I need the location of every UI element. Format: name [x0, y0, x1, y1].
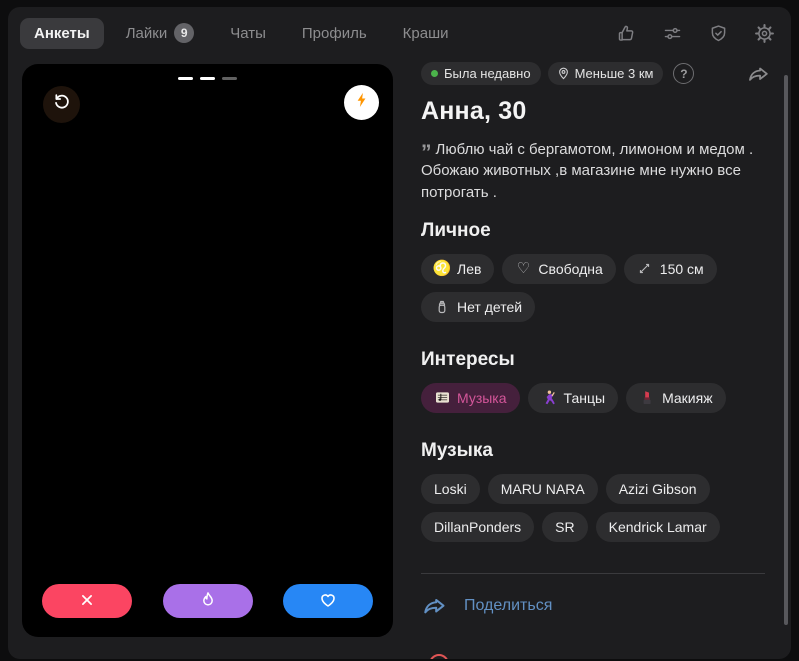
profile-photo-card[interactable] [22, 64, 393, 637]
personal-chips: ♌ Лев ♡ Свободна 150 см Нет детей [421, 253, 773, 322]
chip-artist[interactable]: Loski [421, 473, 480, 504]
profile-bio: ” Люблю чай с бергамотом, лимоном и медом… [421, 139, 765, 203]
distance-label: Меньше 3 км [574, 66, 654, 81]
chip-zodiac[interactable]: ♌ Лев [421, 253, 495, 284]
chip-label: Kendrick Lamar [608, 518, 707, 535]
chip-artist[interactable]: SR [542, 511, 588, 542]
top-nav: Анкеты Лайки 9 Чаты Профиль Краши [8, 7, 791, 59]
dancer-icon [541, 390, 557, 406]
music-chips: Loski MARU NARA Azizi Gibson DillanPonde… [421, 473, 773, 542]
app-panel: Анкеты Лайки 9 Чаты Профиль Краши Была н… [8, 7, 791, 659]
chip-artist[interactable]: MARU NARA [487, 473, 598, 504]
share-blue-icon [421, 593, 448, 620]
chip-interest-dance[interactable]: Танцы [527, 382, 619, 413]
heart-outline-icon: ♡ [516, 260, 531, 278]
dislike-x-icon [78, 591, 96, 612]
share-label: Поделиться [464, 597, 553, 615]
carousel-indicator[interactable] [222, 77, 237, 80]
chip-label: Музыка [457, 389, 507, 406]
online-dot-icon [431, 70, 438, 77]
chip-artist[interactable]: Kendrick Lamar [595, 511, 720, 542]
thumbs-up-icon[interactable] [616, 23, 637, 44]
tab-ankety[interactable]: Анкеты [20, 17, 104, 49]
chip-interest-makeup[interactable]: Макияж [626, 382, 726, 413]
profile-name-age: Анна, 30 [421, 97, 527, 125]
interest-chips: Музыка Танцы Макияж [421, 382, 773, 413]
help-button[interactable]: ? [673, 63, 695, 84]
scrollbar[interactable] [784, 75, 788, 625]
share-profile-button[interactable]: Поделиться [421, 593, 773, 620]
rewind-icon [52, 92, 72, 117]
chip-interest-music[interactable]: Музыка [421, 382, 520, 413]
section-title-music: Музыка [421, 439, 493, 461]
profile-photo [22, 64, 393, 637]
chip-artist[interactable]: Azizi Gibson [605, 473, 710, 504]
chip-label: Танцы [563, 389, 606, 406]
music-sheet-icon [434, 390, 450, 406]
lipstick-icon [639, 390, 655, 406]
report-icon-partial[interactable] [429, 654, 449, 659]
nav-tabs: Анкеты Лайки 9 Чаты Профиль Краши [20, 16, 463, 50]
tab-label: Анкеты [34, 24, 90, 42]
bio-text: Люблю чай с бергамотом, лимоном и медом … [421, 141, 754, 201]
tab-label: Лайки [125, 24, 168, 42]
online-status-badge: Была недавно [421, 62, 541, 85]
share-arrow-icon[interactable] [746, 62, 771, 87]
chip-label: Azizi Gibson [618, 480, 697, 497]
rewind-button[interactable] [43, 86, 80, 123]
tab-label: Краши [402, 24, 449, 42]
heart-icon [318, 590, 338, 613]
chip-children[interactable]: Нет детей [421, 291, 536, 322]
chip-height[interactable]: 150 см [623, 253, 717, 284]
distance-badge: Меньше 3 км [547, 62, 664, 85]
leo-zodiac-icon: ♌ [432, 260, 452, 278]
boost-button[interactable] [344, 85, 379, 120]
baby-bottle-icon [434, 299, 450, 315]
lightning-icon [353, 91, 371, 114]
settings-gear-icon[interactable] [754, 23, 775, 44]
height-arrows-icon [637, 261, 653, 277]
photo-carousel-indicators [22, 77, 393, 80]
chip-label: MARU NARA [500, 480, 585, 497]
tab-chaty[interactable]: Чаты [216, 18, 280, 49]
chip-label: Лев [457, 260, 482, 277]
chip-label: Loski [434, 480, 467, 497]
chip-label: Свободна [538, 260, 603, 277]
chip-artist[interactable]: DillanPonders [421, 511, 535, 542]
profile-info-column: Была недавно Меньше 3 км ? Анна, 30 ” Люб… [421, 62, 773, 659]
chip-relationship[interactable]: ♡ Свободна [502, 253, 616, 284]
like-button[interactable] [283, 584, 373, 618]
tab-profil[interactable]: Профиль [288, 18, 381, 49]
shield-check-icon[interactable] [708, 23, 729, 44]
tab-krashi[interactable]: Краши [389, 18, 463, 49]
tab-label: Профиль [301, 24, 367, 42]
dislike-button[interactable] [42, 584, 132, 618]
tab-label: Чаты [230, 24, 266, 42]
chip-label: SR [555, 518, 575, 535]
online-status-label: Была недавно [444, 66, 531, 81]
carousel-indicator[interactable] [178, 77, 193, 80]
likes-count-badge: 9 [174, 23, 195, 43]
quote-icon: ” [421, 141, 431, 164]
question-mark-icon: ? [680, 66, 688, 81]
location-pin-icon [558, 67, 569, 80]
chip-label: Нет детей [457, 298, 523, 315]
divider [421, 572, 765, 574]
tab-laiki[interactable]: Лайки 9 [112, 16, 209, 50]
superlike-button[interactable] [162, 584, 253, 618]
section-title-interests: Интересы [421, 348, 515, 370]
section-title-personal: Личное [421, 219, 491, 241]
carousel-indicator[interactable] [200, 77, 215, 80]
chip-label: DillanPonders [434, 518, 522, 535]
nav-action-icons [616, 23, 775, 44]
filters-icon[interactable] [662, 23, 683, 44]
flame-icon [198, 590, 218, 613]
card-action-bar [22, 584, 393, 618]
chip-label: 150 см [659, 260, 704, 277]
chip-label: Макияж [662, 389, 713, 406]
status-row: Была недавно Меньше 3 км ? [421, 62, 773, 85]
